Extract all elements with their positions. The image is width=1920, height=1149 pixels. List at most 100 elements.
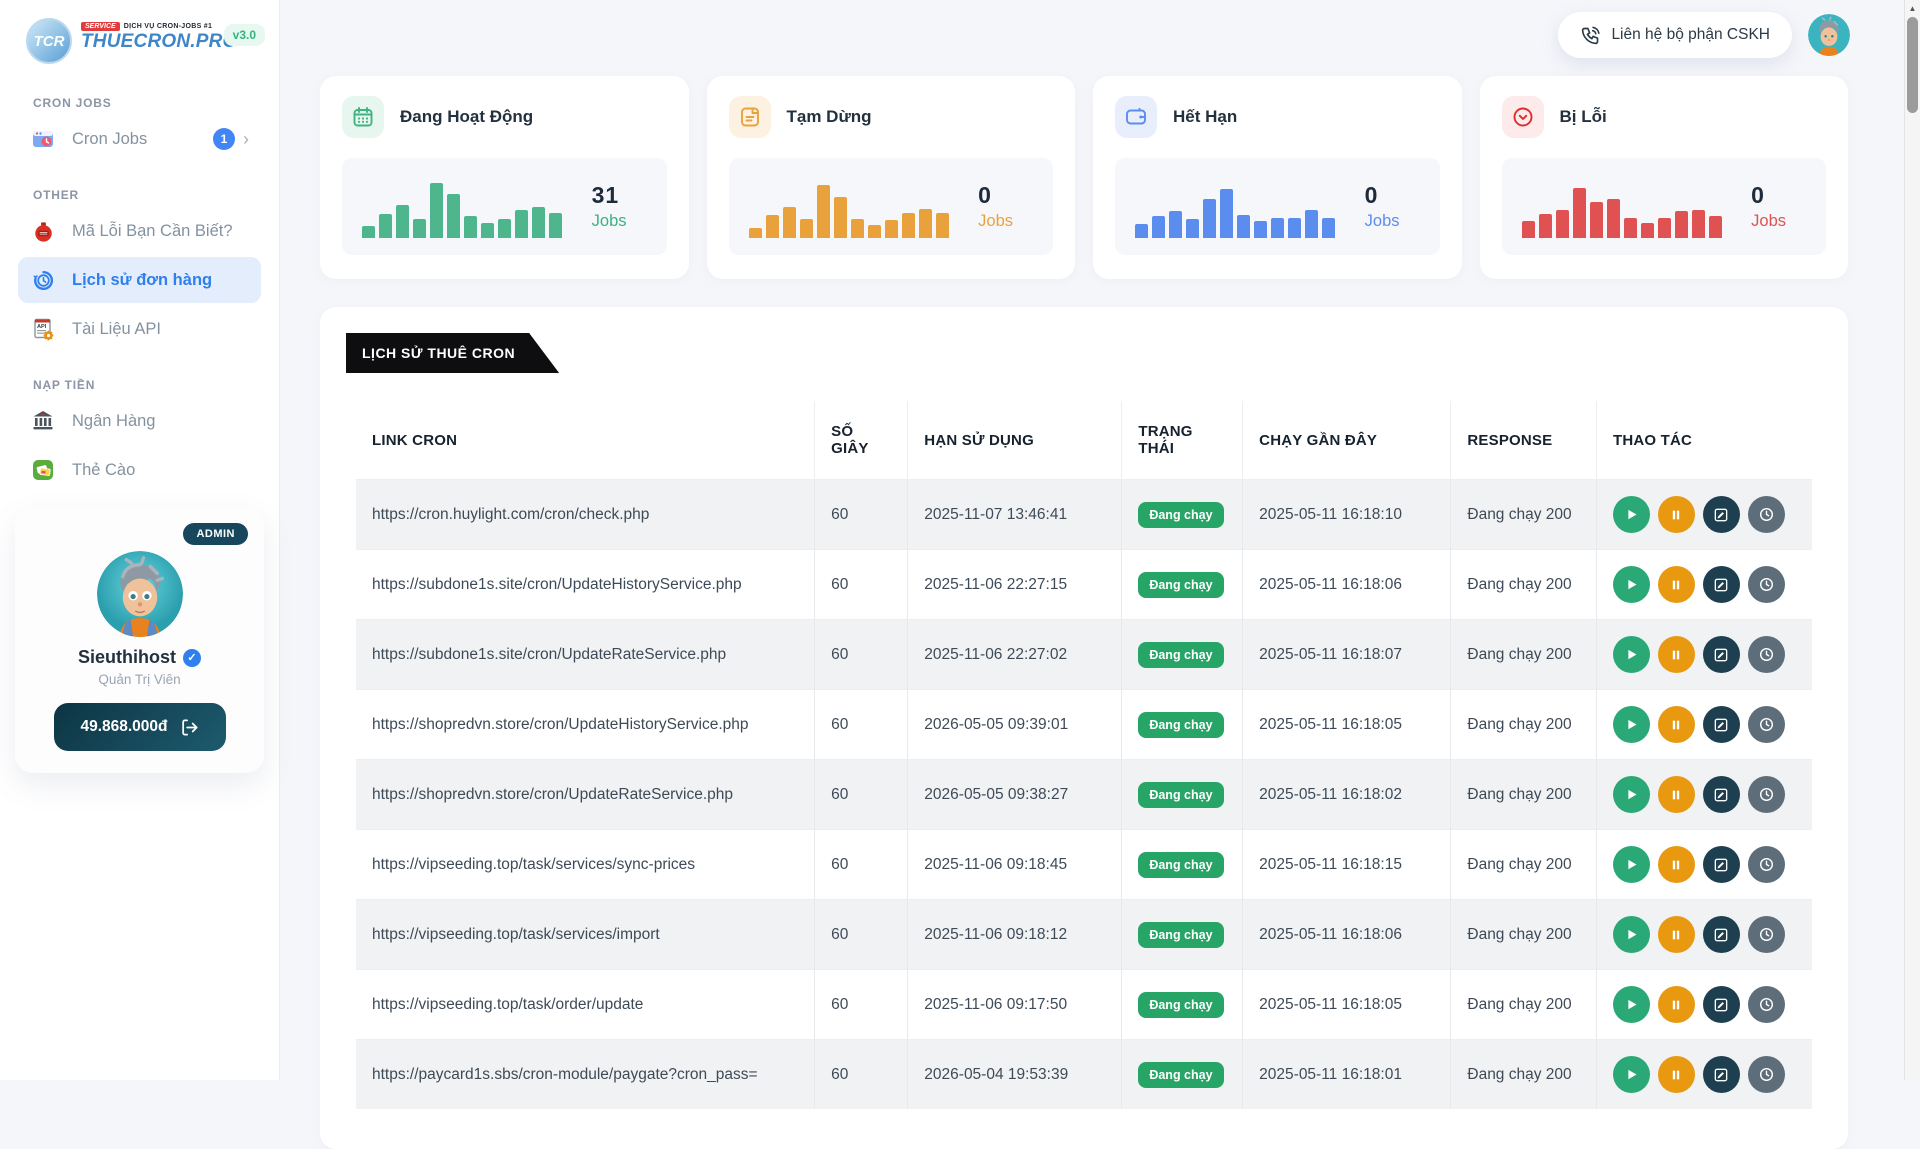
run-button[interactable] <box>1613 566 1650 603</box>
expiry-cell: 2026-05-04 19:53:39 <box>908 1040 1122 1110</box>
cron-link-cell: https://shopredvn.store/cron/UpdateHisto… <box>356 690 815 760</box>
table-row: https://vipseeding.top/task/order/update… <box>356 970 1812 1040</box>
sidebar-item-label: Mã Lỗi Bạn Cần Biết? <box>72 222 233 241</box>
profile-role: Quản Trị Viên <box>31 672 248 687</box>
run-button[interactable] <box>1613 846 1650 883</box>
cron-history-table: LINK CRONSỐ GIÂYHẠN SỬ DỤNGTRẠNG THÁICHẠ… <box>356 401 1812 1109</box>
scrollbar-up-arrow[interactable]: ▲ <box>1905 0 1920 16</box>
history-button[interactable] <box>1748 846 1785 883</box>
edit-button[interactable] <box>1703 986 1740 1023</box>
status-cell: Đang chạy <box>1122 900 1243 970</box>
expiry-cell: 2025-11-06 22:27:02 <box>908 620 1122 690</box>
history-button[interactable] <box>1748 916 1785 953</box>
sidebar-item-label: Thẻ Cào <box>72 461 135 480</box>
table-row: https://paycard1s.sbs/cron-module/paygat… <box>356 1040 1812 1110</box>
pause-button[interactable] <box>1658 706 1695 743</box>
pause-button[interactable] <box>1658 636 1695 673</box>
history-button[interactable] <box>1748 566 1785 603</box>
actions-cell <box>1596 690 1812 760</box>
stat-unit: Jobs <box>592 212 627 231</box>
mini-bar-chart <box>1135 176 1335 238</box>
run-button[interactable] <box>1613 916 1650 953</box>
edit-button[interactable] <box>1703 496 1740 533</box>
sidebar-item-label: Ngân Hàng <box>72 412 155 431</box>
profile-avatar <box>97 551 183 637</box>
section-label-other: OTHER <box>33 188 279 202</box>
section-label-cron-jobs: CRON JOBS <box>33 96 279 110</box>
brand-logo[interactable]: TCR SERVICE DỊCH VỤ CRON-JOBS #1 THUECRO… <box>0 0 279 70</box>
expiry-cell: 2025-11-06 09:17:50 <box>908 970 1122 1040</box>
edit-button[interactable] <box>1703 566 1740 603</box>
response-cell: Đang chạy 200 <box>1451 690 1597 760</box>
profile-username: Sieuthihost <box>78 647 176 668</box>
history-button[interactable] <box>1748 496 1785 533</box>
sidebar-item-label: Lịch sử đơn hàng <box>72 271 212 290</box>
pause-button[interactable] <box>1658 1056 1695 1093</box>
response-cell: Đang chạy 200 <box>1451 550 1597 620</box>
history-button[interactable] <box>1748 706 1785 743</box>
status-cell: Đang chạy <box>1122 550 1243 620</box>
balance-logout-button[interactable]: 49.868.000đ <box>54 703 226 751</box>
last-run-cell: 2025-05-11 16:18:07 <box>1243 620 1451 690</box>
sidebar-item-api-docs[interactable]: API Tài Liệu API <box>18 306 261 352</box>
pause-button[interactable] <box>1658 846 1695 883</box>
sidebar-item-scratch-card[interactable]: Thẻ Cào <box>18 447 261 493</box>
pause-button[interactable] <box>1658 776 1695 813</box>
status-badge: Đang chạy <box>1138 852 1223 878</box>
sidebar-item-bank[interactable]: Ngân Hàng <box>18 398 261 444</box>
sidebar-item-error-codes[interactable]: Mã Lỗi Bạn Cần Biết? <box>18 208 261 254</box>
run-button[interactable] <box>1613 496 1650 533</box>
response-cell: Đang chạy 200 <box>1451 1040 1597 1110</box>
run-button[interactable] <box>1613 1056 1650 1093</box>
actions-cell <box>1596 1040 1812 1110</box>
expiry-cell: 2026-05-05 09:38:27 <box>908 760 1122 830</box>
expiry-cell: 2025-11-07 13:46:41 <box>908 480 1122 550</box>
edit-button[interactable] <box>1703 706 1740 743</box>
stat-value: 0 <box>1365 182 1400 209</box>
pause-button[interactable] <box>1658 566 1695 603</box>
status-cell: Đang chạy <box>1122 1040 1243 1110</box>
history-button[interactable] <box>1748 1056 1785 1093</box>
cron-link-cell: https://vipseeding.top/task/services/imp… <box>356 900 815 970</box>
topbar: Liên hệ bộ phận CSKH <box>280 0 1920 56</box>
brand-service-tag: SERVICE <box>81 22 120 31</box>
brand-name: THUECRON.PRO <box>81 31 238 53</box>
sidebar-item-cron-jobs[interactable]: Cron Jobs 1 › <box>18 116 261 162</box>
svg-text:API: API <box>37 324 47 330</box>
history-button[interactable] <box>1748 636 1785 673</box>
seconds-cell: 60 <box>815 620 908 690</box>
run-button[interactable] <box>1613 706 1650 743</box>
actions-cell <box>1596 970 1812 1040</box>
version-badge: v3.0 <box>224 24 265 46</box>
mini-bar-chart <box>1522 176 1722 238</box>
run-button[interactable] <box>1613 636 1650 673</box>
edit-button[interactable] <box>1703 1056 1740 1093</box>
contact-support-label: Liên hệ bộ phận CSKH <box>1611 26 1770 44</box>
history-button[interactable] <box>1748 986 1785 1023</box>
edit-button[interactable] <box>1703 776 1740 813</box>
sidebar-item-order-history[interactable]: Lịch sử đơn hàng <box>18 257 261 303</box>
last-run-cell: 2025-05-11 16:18:06 <box>1243 900 1451 970</box>
edit-button[interactable] <box>1703 916 1740 953</box>
user-avatar[interactable] <box>1808 14 1850 56</box>
response-cell: Đang chạy 200 <box>1451 970 1597 1040</box>
cron-link-cell: https://vipseeding.top/task/order/update <box>356 970 815 1040</box>
contact-support-button[interactable]: Liên hệ bộ phận CSKH <box>1558 12 1792 58</box>
pause-button[interactable] <box>1658 496 1695 533</box>
stat-card-error: Bị Lỗi 0 Jobs <box>1480 76 1849 279</box>
stat-card-paused: Tạm Dừng 0 Jobs <box>707 76 1076 279</box>
run-button[interactable] <box>1613 776 1650 813</box>
run-button[interactable] <box>1613 986 1650 1023</box>
edit-button[interactable] <box>1703 636 1740 673</box>
status-cell: Đang chạy <box>1122 970 1243 1040</box>
expiry-cell: 2025-11-06 09:18:45 <box>908 830 1122 900</box>
logout-icon <box>180 718 199 737</box>
table-row: https://shopredvn.store/cron/UpdateRateS… <box>356 760 1812 830</box>
scrollbar-thumb[interactable] <box>1907 17 1918 113</box>
page-scrollbar[interactable]: ▲ <box>1904 0 1920 1080</box>
pause-button[interactable] <box>1658 916 1695 953</box>
edit-button[interactable] <box>1703 846 1740 883</box>
pause-button[interactable] <box>1658 986 1695 1023</box>
history-button[interactable] <box>1748 776 1785 813</box>
status-badge: Đang chạy <box>1138 992 1223 1018</box>
